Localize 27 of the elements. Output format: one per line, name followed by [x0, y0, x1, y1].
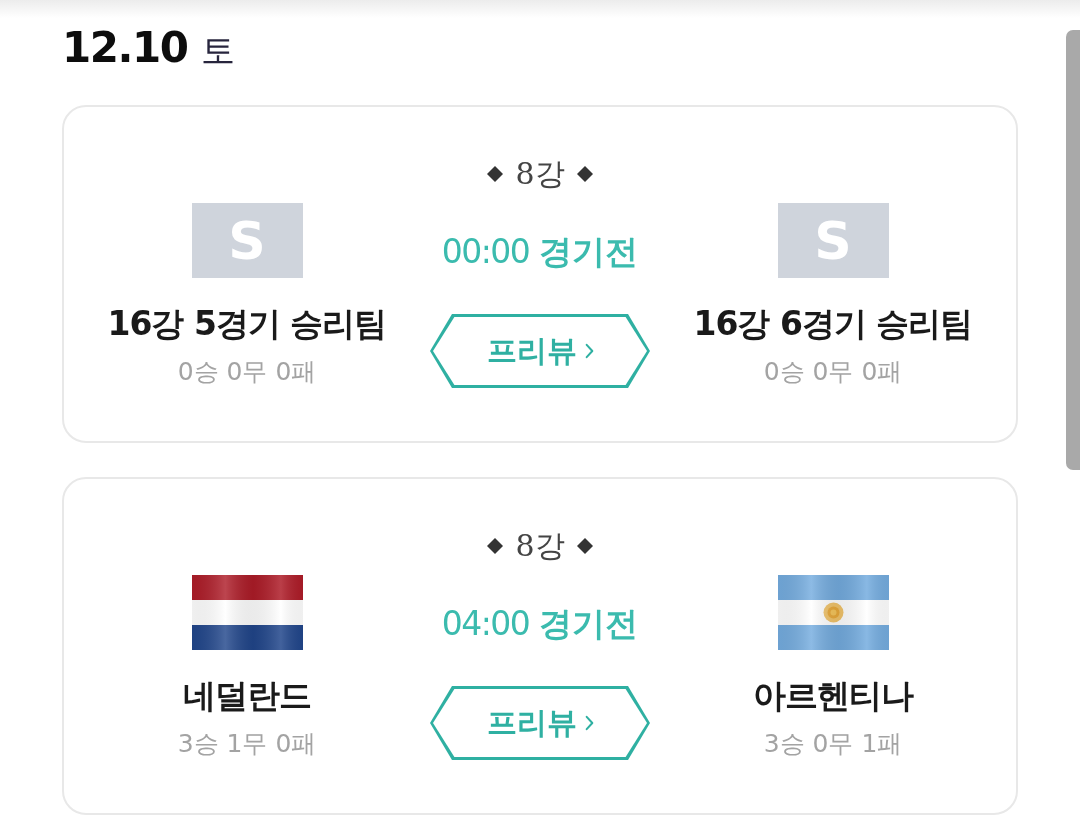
diamond-icon [487, 538, 504, 554]
team-record: 0승 0무 0패 [177, 357, 317, 387]
date-text: 12.10 [62, 23, 188, 73]
chevron-icon [584, 343, 594, 359]
match-time: 00:00 [441, 231, 530, 273]
match-time: 04:00 [441, 603, 530, 645]
match-status: 경기전 [539, 231, 639, 273]
preview-button[interactable]: 프리뷰 [430, 314, 650, 388]
team-name: 16강 5경기 승리팀 [107, 303, 387, 345]
scrollbar-thumb[interactable] [1066, 30, 1080, 470]
flag-icon [777, 575, 889, 650]
team-record: 0승 0무 0패 [763, 357, 903, 387]
round-label: 8강 [515, 528, 565, 564]
team-record: 3승 1무 0패 [177, 729, 317, 759]
diamond-icon [576, 538, 593, 554]
flag-icon [191, 575, 303, 650]
team-name: 네덜란드 [183, 675, 311, 717]
team-record: 3승 0무 1패 [763, 729, 903, 759]
chevron-icon [584, 715, 594, 731]
round-label: 8강 [515, 156, 565, 192]
preview-button[interactable]: 프리뷰 [430, 686, 650, 760]
weekday-text: 토 [201, 29, 236, 72]
match-status: 경기전 [539, 603, 639, 645]
team-name: 아르헨티나 [753, 675, 913, 717]
diamond-icon [576, 166, 593, 182]
diamond-icon [487, 166, 504, 182]
team-name: 16강 6경기 승리팀 [693, 303, 973, 345]
